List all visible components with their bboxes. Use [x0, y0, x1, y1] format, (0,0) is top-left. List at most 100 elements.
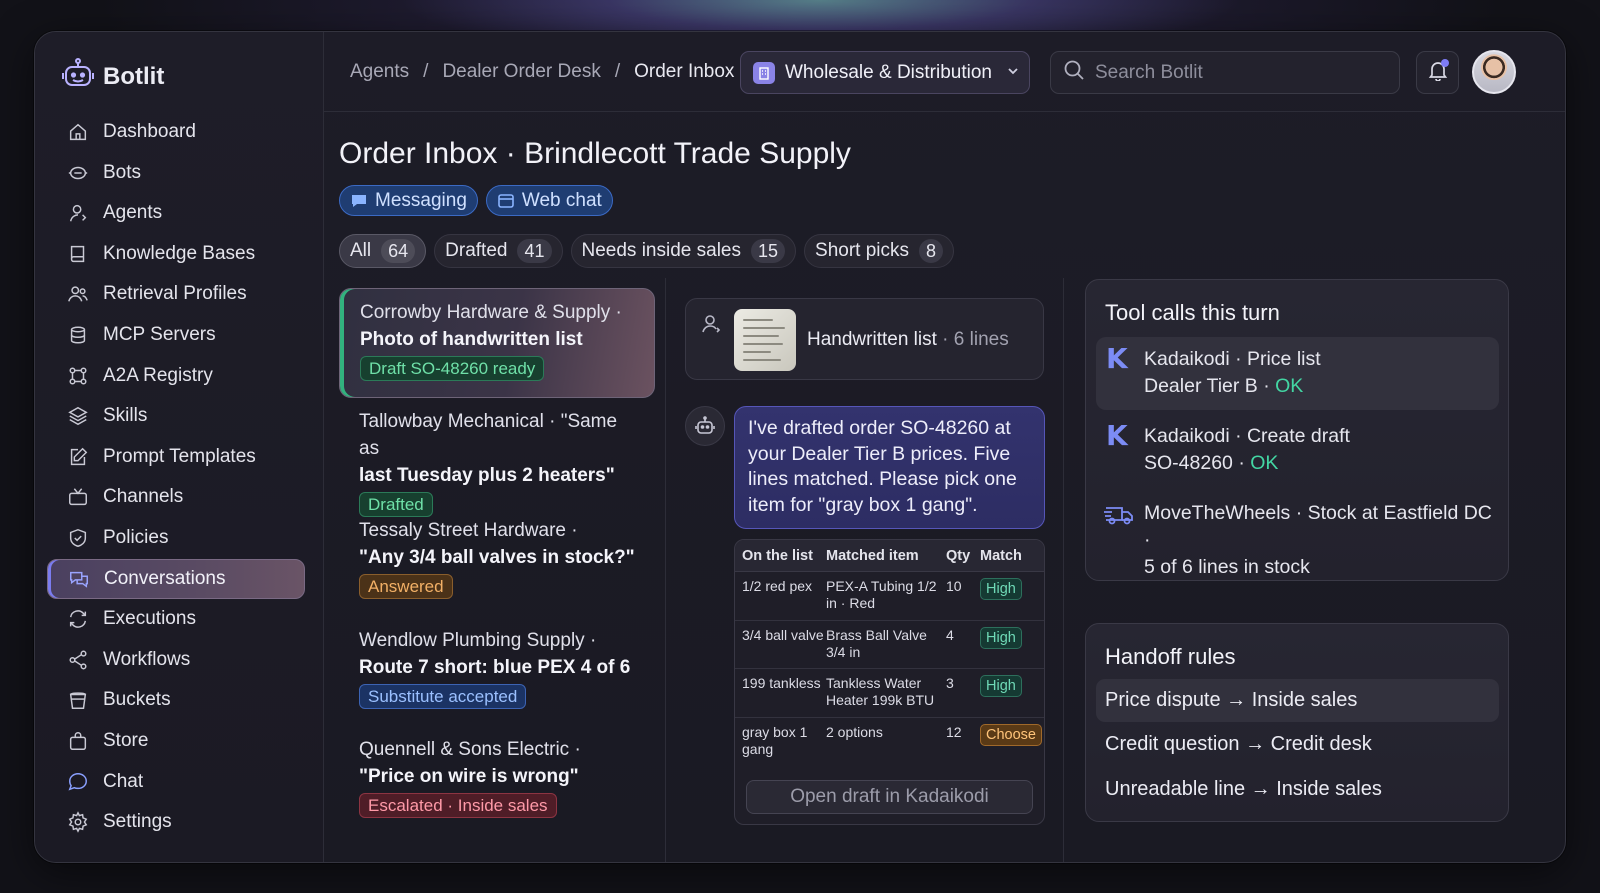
handoff-rule[interactable]: Price dispute → Inside sales	[1096, 679, 1499, 722]
tool-call-detail: 5 of 6 lines in stock	[1144, 556, 1310, 578]
match-badge: High	[980, 626, 1022, 649]
brand-name: Botlit	[103, 62, 165, 90]
bot-icon	[68, 166, 88, 179]
sidebar-item-settings[interactable]: Settings	[47, 802, 305, 842]
sidebar-item-chat[interactable]: Chat	[47, 762, 305, 802]
filter-all[interactable]: All 64	[339, 234, 427, 268]
table-row[interactable]: 1/2 red pex PEX-A Tubing 1/2 in · Red 10…	[735, 572, 1044, 621]
attachment-message[interactable]: Handwritten list · 6 lines	[685, 298, 1044, 380]
gear-icon	[68, 811, 88, 833]
handoff-rule[interactable]: Unreadable line → Inside sales	[1096, 768, 1499, 811]
filter-needs-inside-sales[interactable]: Needs inside sales 15	[570, 234, 797, 268]
tool-call-item[interactable]: K Kadaikodi · Create draft SO-48260 · OK	[1096, 414, 1499, 487]
avatar[interactable]	[1472, 50, 1516, 94]
share-icon	[69, 650, 87, 670]
conversation-item[interactable]: Wendlow Plumbing Supply · Route 7 short:…	[339, 617, 655, 727]
top-bar: Agents / Dealer Order Desk / Order Inbox…	[324, 32, 1565, 112]
network-icon	[69, 367, 87, 385]
sidebar-item-workflows[interactable]: Workflows	[47, 640, 305, 680]
handoff-rule[interactable]: Credit question → Credit desk	[1096, 723, 1499, 766]
sidebar-item-policies[interactable]: Policies	[47, 518, 305, 558]
conversation-item[interactable]: Corrowby Hardware & Supply · Photo of ha…	[339, 288, 655, 398]
tool-call-status: OK	[1250, 452, 1279, 474]
conversation-subject: Photo of handwritten list	[360, 329, 583, 350]
chip-label: Messaging	[375, 189, 467, 211]
sidebar-item-conversations[interactable]: Conversations	[47, 558, 305, 599]
sidebar-item-mcp-servers[interactable]: MCP Servers	[47, 315, 305, 355]
attachment-name: Handwritten list	[807, 329, 937, 350]
conversation-item[interactable]: Tallowbay Mechanical · "Same as last Tue…	[339, 398, 655, 517]
cell-matched-item: Tankless Water Heater 199k BTU	[826, 675, 935, 708]
sidebar-item-retrieval-profiles[interactable]: Retrieval Profiles	[47, 274, 305, 314]
conversation-customer: Quennell & Sons Electric ·	[359, 739, 581, 760]
sidebar-item-agents[interactable]: Agents	[47, 193, 305, 233]
browser-window-icon	[498, 193, 514, 208]
filter-count: 8	[919, 239, 944, 263]
sidebar-item-bots[interactable]: Bots	[47, 153, 305, 193]
channel-chip-messaging[interactable]: Messaging	[339, 185, 478, 216]
channel-chip-web-chat[interactable]: Web chat	[485, 185, 613, 216]
filter-short-picks[interactable]: Short picks 8	[804, 234, 955, 268]
search-icon	[1063, 59, 1085, 87]
cell-qty: 4	[946, 626, 954, 643]
conversation-item[interactable]: Tessaly Street Hardware · "Any 3/4 ball …	[339, 507, 655, 617]
sidebar-item-label: Dashboard	[103, 121, 196, 142]
sidebar-item-knowledge-bases[interactable]: Knowledge Bases	[47, 234, 305, 274]
conversation-item[interactable]: Quennell & Sons Electric · "Price on wir…	[339, 726, 655, 836]
notification-dot	[1441, 59, 1449, 67]
sidebar-item-executions[interactable]: Executions	[47, 599, 305, 639]
building-icon	[753, 61, 775, 84]
sidebar-item-prompt-templates[interactable]: Prompt Templates	[47, 437, 305, 477]
breadcrumb-order-inbox: Order Inbox	[634, 61, 735, 82]
sidebar-item-skills[interactable]: Skills	[47, 396, 305, 436]
bag-icon	[69, 731, 87, 750]
notifications-button[interactable]	[1416, 51, 1459, 94]
tool-call-item[interactable]: K Kadaikodi · Price list Dealer Tier B ·…	[1096, 337, 1499, 410]
database-icon	[70, 326, 86, 344]
panel-title: Tool calls this turn	[1105, 300, 1280, 325]
filter-label: Short picks	[815, 240, 909, 261]
edit-icon	[70, 447, 88, 465]
bot-logo-icon	[61, 57, 95, 96]
sidebar-item-store[interactable]: Store	[47, 721, 305, 761]
agents-icon	[69, 205, 87, 222]
column-divider	[1063, 278, 1064, 862]
breadcrumb-separator: /	[423, 61, 429, 82]
table-row[interactable]: 199 tankless Tankless Water Heater 199k …	[735, 669, 1044, 718]
conversation-subject: "Price on wire is wrong"	[359, 766, 579, 787]
column-header: Matched item	[826, 547, 919, 564]
search-input[interactable]: Search Botlit	[1050, 51, 1400, 94]
sidebar-nav: Dashboard Bots Agents Knowledge Bases Re…	[47, 112, 305, 843]
sidebar-item-label: Prompt Templates	[103, 445, 256, 467]
conversation-text: Tessaly Street Hardware · "Any 3/4 ball …	[359, 517, 635, 571]
breadcrumb-agents[interactable]: Agents	[350, 61, 409, 83]
sidebar-item-label: Policies	[103, 526, 169, 548]
sidebar-item-label: MCP Servers	[103, 323, 216, 345]
cell-matched-item: Brass Ball Valve 3/4 in	[826, 626, 927, 660]
sidebar-item-label: Retrieval Profiles	[103, 283, 247, 305]
brand[interactable]: Botlit	[61, 57, 164, 96]
filter-drafted[interactable]: Drafted 41	[434, 234, 563, 268]
channel-chips: Messaging Web chat	[339, 185, 613, 216]
sidebar-item-dashboard[interactable]: Dashboard	[47, 112, 305, 152]
open-draft-button[interactable]: Open draft in Kadaikodi	[746, 780, 1033, 814]
sidebar-item-label: Bots	[103, 161, 142, 183]
table-row[interactable]: gray box 1 gang 2 options 12 Choose	[735, 718, 1044, 767]
filter-label: All	[350, 240, 372, 261]
workspace-name: Wholesale & Distribution	[785, 61, 992, 83]
choose-button[interactable]: Choose	[980, 723, 1042, 746]
breadcrumb-dealer-order-desk[interactable]: Dealer Order Desk	[442, 61, 600, 83]
table-row[interactable]: 3/4 ball valve Brass Ball Valve 3/4 in 4…	[735, 621, 1044, 669]
filter-label: Needs inside sales	[581, 240, 741, 261]
sidebar-item-channels[interactable]: Channels	[47, 477, 305, 517]
sidebar-item-a2a-registry[interactable]: A2A Registry	[47, 356, 305, 396]
cell-qty: 10	[946, 578, 962, 594]
workspace-selector[interactable]: Wholesale & Distribution	[740, 51, 1030, 94]
sidebar-item-label: Conversations	[104, 567, 226, 589]
tool-call-item[interactable]: MoveTheWheels · Stock at Eastfield DC · …	[1096, 491, 1499, 578]
sidebar-item-buckets[interactable]: Buckets	[47, 680, 305, 720]
app-window: Botlit Dashboard Bots Agents Knowledge B…	[34, 31, 1566, 863]
message-icon	[352, 194, 366, 207]
sidebar-item-label: Chat	[103, 770, 144, 792]
handwritten-list-thumbnail[interactable]	[734, 309, 796, 371]
